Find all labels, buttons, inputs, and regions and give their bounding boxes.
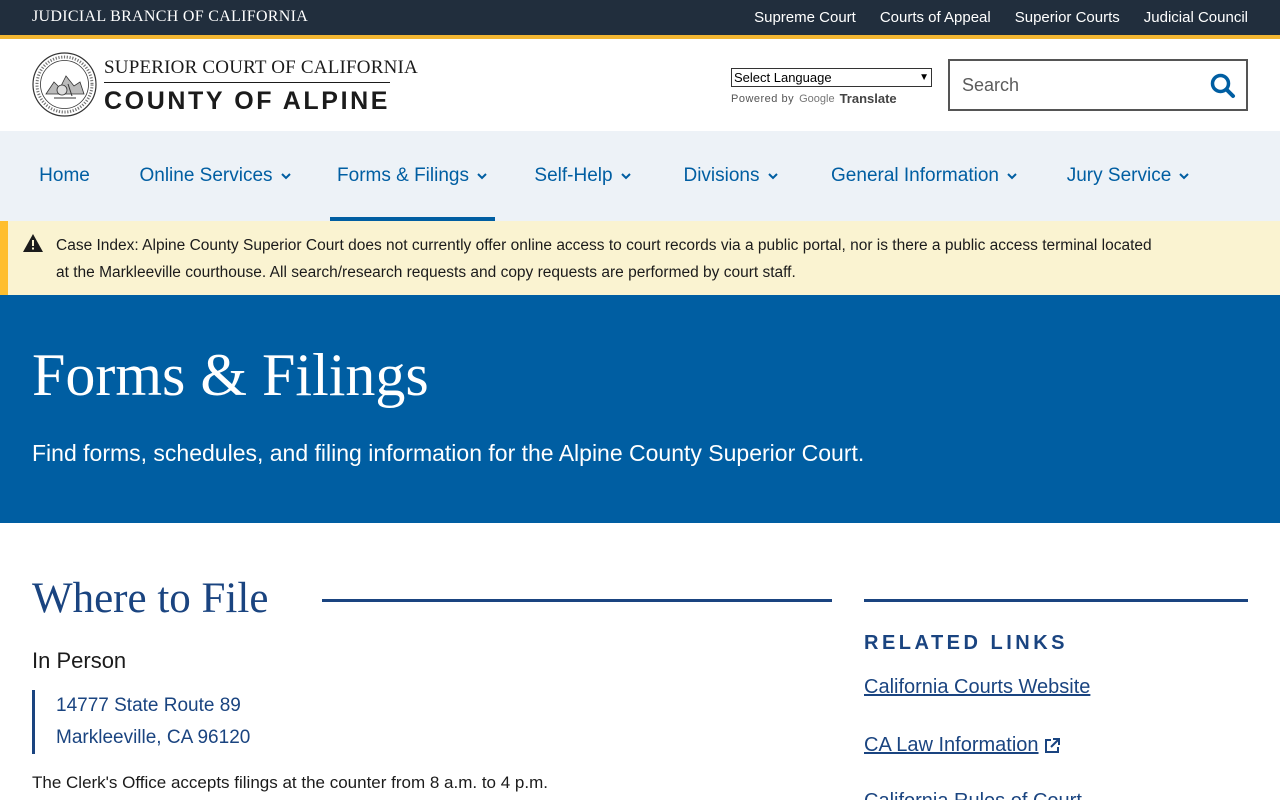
site-header: SUPERIOR COURT OF CALIFORNIA COUNTY OF A… [0, 39, 1280, 131]
search-icon [1210, 73, 1235, 98]
judicial-council-link[interactable]: Judicial Council [1144, 9, 1248, 26]
search-button[interactable] [1208, 71, 1238, 101]
utility-bar: JUDICIAL BRANCH OF CALIFORNIA Supreme Co… [0, 0, 1280, 35]
court-name-line2[interactable]: COUNTY OF ALPINE [104, 87, 390, 116]
alert-label: Case Index: [56, 237, 139, 254]
related-link-label: California Rules of Court [864, 790, 1082, 800]
google-translate-attribution: Powered by Google Translate [731, 91, 897, 106]
supreme-court-link[interactable]: Supreme Court [754, 9, 856, 26]
in-person-heading: In Person [32, 648, 127, 673]
nav-item-self-help[interactable]: Self-Help [527, 131, 639, 221]
google-logo[interactable]: Google [799, 93, 834, 105]
chevron-down-icon: ▼ [919, 72, 929, 83]
clerk-office-hours: The Clerk's Office accepts filings at th… [32, 773, 548, 792]
branch-name: JUDICIAL BRANCH OF CALIFORNIA [32, 8, 309, 25]
section-title: Where to File [32, 575, 269, 622]
nav-item-label: Self-Help [534, 165, 613, 186]
sidebar-rule [864, 599, 1248, 602]
chevron-down-icon [767, 173, 778, 180]
alert-message: Case Index: Alpine County Superior Court… [56, 232, 1166, 286]
chevron-down-icon [477, 173, 487, 180]
page-subtitle: Find forms, schedules, and filing inform… [32, 440, 865, 466]
courts-of-appeal-link[interactable]: Courts of Appeal [880, 9, 991, 26]
related-link-label: California Courts Website [864, 676, 1091, 698]
search-box [948, 59, 1248, 111]
nav-item-label: Online Services [139, 165, 273, 186]
nav-item-label: Divisions [683, 165, 760, 186]
external-link-icon [1044, 737, 1060, 753]
related-link-label: CA Law Information [864, 734, 1039, 756]
language-select[interactable]: Select Language ▼ [731, 68, 932, 87]
nav-item-home[interactable]: Home [32, 131, 97, 221]
court-address: 14777 State Route 89 Markleeville, CA 96… [32, 690, 432, 754]
nav-item-label: Home [39, 165, 90, 186]
related-links-heading: RELATED LINKS [864, 632, 1069, 654]
california-courts-link[interactable]: California Courts Website [864, 676, 1090, 699]
search-input[interactable] [962, 73, 1202, 97]
nav-item-jury-service[interactable]: Jury Service [1061, 131, 1196, 221]
superior-courts-link[interactable]: Superior Courts [1015, 9, 1120, 26]
hero-banner: Forms & Filings Find forms, schedules, a… [0, 295, 1280, 523]
nav-item-label: Jury Service [1066, 165, 1172, 186]
translate-label[interactable]: Translate [840, 91, 897, 106]
warning-icon [23, 234, 43, 252]
language-select-value: Select Language [734, 70, 832, 85]
court-name-line1[interactable]: SUPERIOR COURT OF CALIFORNIA [104, 57, 418, 79]
chevron-down-icon [1007, 173, 1017, 180]
chevron-down-icon [620, 173, 631, 180]
court-name-divider [104, 82, 390, 83]
section-title-rule [322, 599, 832, 602]
utility-links: Supreme Court Courts of Appeal Superior … [754, 9, 1248, 26]
nav-item-online-services[interactable]: Online Services [132, 131, 299, 221]
chevron-down-icon [1179, 173, 1189, 180]
alert-accent-bar [0, 221, 8, 295]
california-rules-of-court-link[interactable]: California Rules of Court [864, 790, 1082, 800]
address-line2: Markleeville, CA 96120 [56, 727, 251, 748]
page-title: Forms & Filings [32, 342, 429, 408]
ca-law-information-link[interactable]: CA Law Information [864, 734, 1061, 757]
address-line1: 14777 State Route 89 [56, 695, 241, 716]
site-alert: Case Index: Alpine County Superior Court… [0, 221, 1280, 295]
powered-by-label: Powered by [731, 92, 795, 105]
court-seal-icon[interactable] [32, 52, 97, 117]
nav-item-label: General Information [831, 165, 999, 186]
chevron-down-icon [280, 173, 291, 180]
main-nav: Home Online Services Forms & Filings Sel… [0, 131, 1280, 221]
alert-body: Alpine County Superior Court does not cu… [56, 237, 1152, 281]
nav-item-forms-filings[interactable]: Forms & Filings [330, 131, 495, 221]
nav-item-general-information[interactable]: General Information [823, 131, 1026, 221]
nav-item-divisions[interactable]: Divisions [675, 131, 787, 221]
nav-item-label: Forms & Filings [337, 165, 469, 186]
